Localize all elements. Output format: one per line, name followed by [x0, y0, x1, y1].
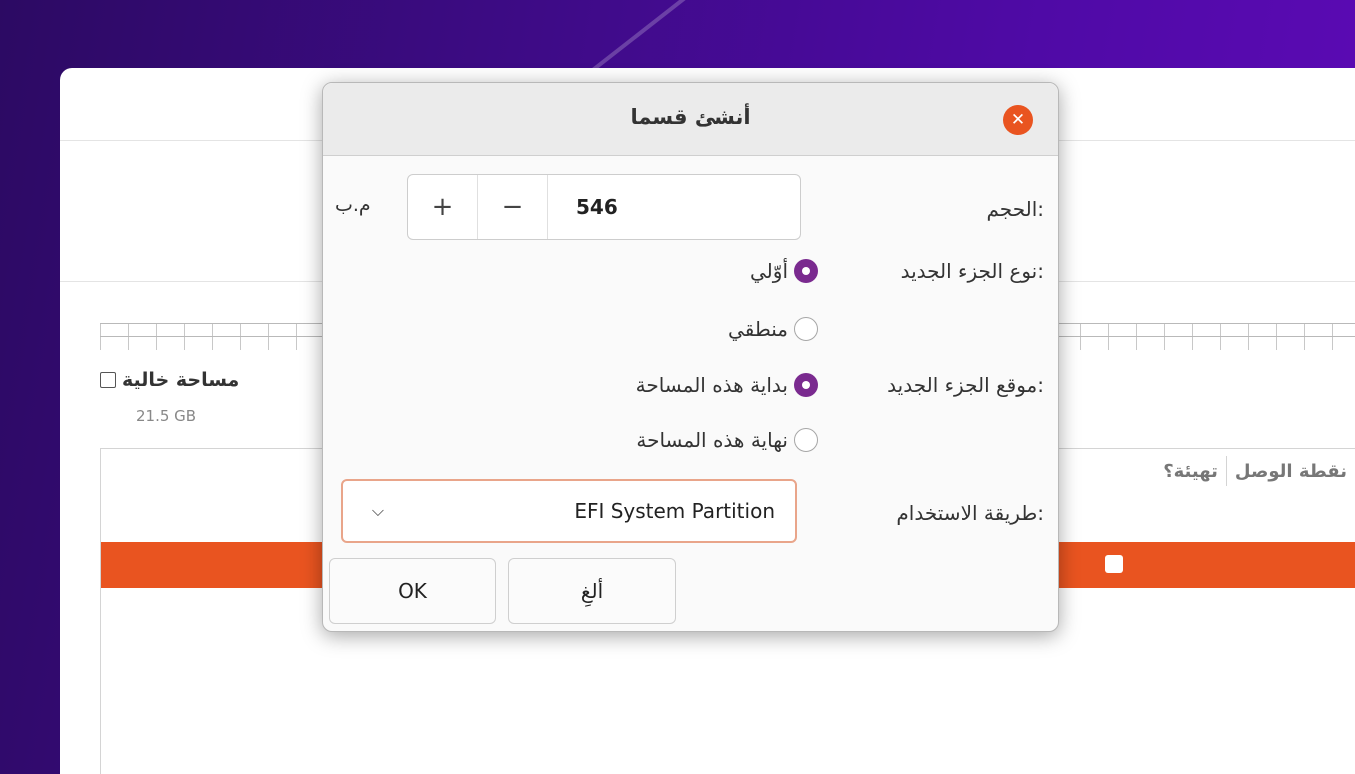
- ok-button[interactable]: OK: [329, 558, 496, 624]
- dialog-titlebar: أنشئ قسما ✕: [323, 83, 1058, 156]
- radio-selected-icon: [794, 373, 818, 397]
- partition-type-label: نوع الجزء الجديد:: [900, 259, 1044, 283]
- increment-button[interactable]: +: [408, 175, 478, 239]
- use-as-label: طريقة الاستخدام:: [896, 501, 1044, 525]
- radio-beginning-label: بداية هذه المساحة: [635, 373, 788, 397]
- size-unit: م.ب: [335, 194, 371, 216]
- free-space-label: مساحة خالية: [122, 369, 240, 391]
- free-space-size: 21.5 GB: [136, 407, 197, 425]
- size-label: الحجم:: [986, 197, 1044, 221]
- chevron-down-icon: ⌵: [371, 501, 385, 520]
- format-checkbox[interactable]: [1105, 555, 1123, 573]
- plus-icon: +: [431, 192, 454, 222]
- radio-unselected-icon: [794, 428, 818, 452]
- free-space-swatch: [100, 372, 116, 388]
- radio-primary-label: أوّلي: [750, 259, 788, 283]
- radio-primary[interactable]: أوّلي: [750, 259, 818, 283]
- radio-end-label: نهاية هذه المساحة: [636, 428, 788, 452]
- use-as-value: EFI System Partition: [574, 499, 775, 523]
- radio-logical[interactable]: منطقي: [728, 317, 818, 341]
- create-partition-dialog: أنشئ قسما ✕ الحجم: + − 546 م.ب نوع الجزء…: [322, 82, 1059, 632]
- dialog-title: أنشئ قسما: [630, 105, 751, 129]
- radio-selected-icon: [794, 259, 818, 283]
- radio-unselected-icon: [794, 317, 818, 341]
- radio-beginning[interactable]: بداية هذه المساحة: [636, 373, 818, 397]
- partition-location-label: موقع الجزء الجديد:: [887, 373, 1044, 397]
- decrement-button[interactable]: −: [478, 175, 548, 239]
- size-input[interactable]: 546: [548, 175, 800, 239]
- partition-table-header: تهيئة؟ نقطة الوصل: [1095, 449, 1355, 493]
- size-spinbox[interactable]: + − 546: [407, 174, 801, 240]
- radio-logical-label: منطقي: [728, 317, 788, 341]
- column-header-mount-point[interactable]: نقطة الوصل: [1227, 461, 1355, 482]
- radio-end[interactable]: نهاية هذه المساحة: [636, 428, 818, 452]
- cancel-button[interactable]: ألغِ: [508, 558, 676, 624]
- minus-icon: −: [501, 192, 524, 222]
- close-icon: ✕: [1010, 110, 1026, 130]
- column-header-format[interactable]: تهيئة؟: [1155, 461, 1226, 482]
- close-button[interactable]: ✕: [1003, 105, 1033, 135]
- use-as-dropdown[interactable]: ⌵ EFI System Partition: [341, 479, 797, 543]
